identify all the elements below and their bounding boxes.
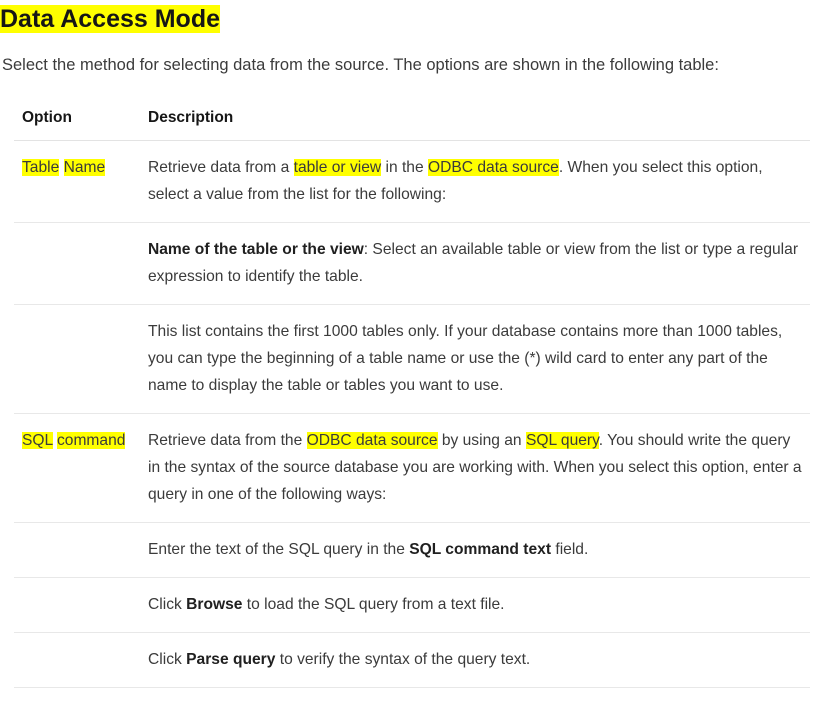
table-row: SQL command Retrieve data from the ODBC d…	[14, 413, 810, 523]
option-highlight: Table	[22, 159, 60, 176]
cell-option: SQL command	[14, 413, 140, 523]
document-page: Data Access Mode Select the method for s…	[0, 4, 822, 688]
table-row: Table Name Retrieve data from a table or …	[14, 140, 810, 223]
description-highlight: ODBC data source	[427, 159, 559, 176]
cell-description: Click Browse to load the SQL query from …	[140, 577, 810, 633]
cell-description: This list contains the first 1000 tables…	[140, 304, 810, 414]
column-header-option: Option	[14, 101, 140, 141]
cell-option	[14, 522, 140, 578]
table-row: Click Browse to load the SQL query from …	[14, 577, 810, 633]
option-highlight: command	[56, 432, 126, 449]
table-body: Table Name Retrieve data from a table or …	[14, 140, 810, 688]
description-bold-term: Name of the table or the view	[148, 241, 364, 258]
cell-description: Click Parse query to verify the syntax o…	[140, 632, 810, 688]
cell-option	[14, 304, 140, 414]
table-row: Enter the text of the SQL query in the S…	[14, 522, 810, 578]
cell-option	[14, 222, 140, 305]
table-row: Click Parse query to verify the syntax o…	[14, 632, 810, 688]
table-row: This list contains the first 1000 tables…	[14, 304, 810, 414]
page-title: Data Access Mode	[0, 4, 810, 34]
cell-description: Enter the text of the SQL query in the S…	[140, 522, 810, 578]
page-title-text: Data Access Mode	[0, 5, 220, 33]
description-highlight: table or view	[293, 159, 382, 176]
description-bold-term: Parse query	[186, 651, 276, 668]
data-access-mode-table: Option Description Table Name Retrieve da…	[14, 101, 810, 688]
description-highlight: ODBC data source	[306, 432, 438, 449]
table-header-row: Option Description	[14, 101, 810, 141]
table-row: Name of the table or the view: Select an…	[14, 222, 810, 305]
description-highlight: SQL query	[525, 432, 599, 449]
description-bold-term: SQL command text	[409, 541, 552, 558]
column-header-description: Description	[140, 101, 810, 141]
intro-paragraph: Select the method for selecting data fro…	[2, 56, 719, 74]
description-bold-term: Browse	[186, 596, 243, 613]
cell-option	[14, 632, 140, 688]
cell-option: Table Name	[14, 140, 140, 223]
cell-description: Name of the table or the view: Select an…	[140, 222, 810, 305]
cell-option	[14, 577, 140, 633]
option-highlight: SQL	[22, 432, 53, 449]
cell-description: Retrieve data from the ODBC data source …	[140, 413, 810, 523]
cell-description: Retrieve data from a table or view in th…	[140, 140, 810, 223]
option-highlight: Name	[63, 159, 106, 176]
table-header: Option Description	[14, 101, 810, 141]
